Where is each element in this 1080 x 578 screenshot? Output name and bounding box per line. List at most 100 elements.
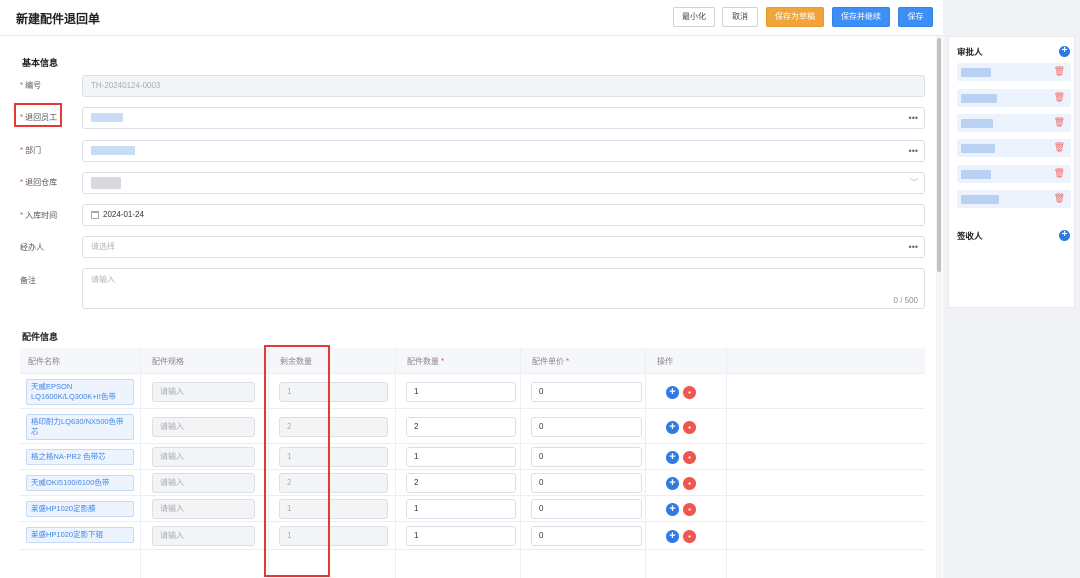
scrollbar-thumb[interactable] — [937, 38, 941, 272]
part-name-chip[interactable]: 格之格NA-PR2 色带芯 — [26, 449, 134, 465]
receivers-title: 签收人 — [957, 231, 983, 241]
part-qty-input[interactable]: 1 — [406, 382, 516, 402]
trash-icon[interactable]: 🗑 — [1054, 142, 1065, 153]
redacted-value — [961, 195, 999, 204]
minimize-button[interactable]: 最小化 — [673, 7, 715, 27]
col-part-name: 配件名称 — [28, 357, 60, 366]
redacted-value — [961, 94, 997, 103]
col-part-spec: 配件规格 — [152, 357, 184, 366]
save-button[interactable]: 保存 — [898, 7, 933, 27]
top-bar: 新建配件退回单 最小化 取消 保存为草稿 保存并继续 保存 — [0, 0, 943, 36]
approver-item: 🗑 — [957, 139, 1071, 157]
more-icon[interactable]: ••• — [909, 108, 918, 128]
save-continue-button[interactable]: 保存并继续 — [832, 7, 890, 27]
part-name-chip[interactable]: 天威EPSON LQ1600K/LQ300K+II色带 — [26, 379, 134, 405]
approval-sidebar: 审批人 + 🗑 🗑 🗑 🗑 🗑 🗑 签收人 + — [948, 36, 1075, 308]
add-approver-icon[interactable]: + — [1059, 46, 1070, 57]
delete-row-icon[interactable]: ▪ — [683, 421, 696, 434]
delete-row-icon[interactable]: ▪ — [683, 477, 696, 490]
char-counter: 0 / 500 — [893, 296, 918, 305]
trash-icon[interactable]: 🗑 — [1054, 117, 1065, 128]
parts-table: 配件名称 配件规格 剩余数量 配件数量 * 配件单价 * 操作 天威EPSON LQ… — [20, 348, 925, 578]
unit-price-input[interactable]: 0 — [531, 526, 642, 546]
redacted-value — [961, 68, 991, 77]
add-row-icon[interactable]: + — [666, 503, 679, 516]
department-field[interactable]: ••• — [82, 140, 925, 162]
table-row: 莱盛HP1020定影膜 请输入 1 1 0 + ▪ — [20, 496, 925, 522]
remark-label: 备注 — [20, 276, 36, 285]
trash-icon[interactable]: 🗑 — [1054, 168, 1065, 179]
calendar-icon — [91, 210, 99, 219]
more-icon[interactable]: ••• — [909, 141, 918, 161]
add-row-icon[interactable]: + — [666, 386, 679, 399]
part-qty-input[interactable]: 2 — [406, 473, 516, 493]
code-label: * 编号 — [20, 81, 42, 90]
part-spec-input: 请输入 — [152, 447, 255, 467]
inbound-time-label: * 入库时间 — [20, 211, 58, 220]
approver-item: 🗑 — [957, 63, 1071, 81]
add-row-icon[interactable]: + — [666, 421, 679, 434]
delete-row-icon[interactable]: ▪ — [683, 503, 696, 516]
part-spec-input: 请输入 — [152, 417, 255, 437]
unit-price-input[interactable]: 0 — [531, 417, 642, 437]
handler-label: 经办人 — [20, 243, 44, 252]
add-receiver-icon[interactable]: + — [1059, 230, 1070, 241]
approver-item: 🗑 — [957, 190, 1071, 208]
trash-icon[interactable]: 🗑 — [1054, 92, 1065, 103]
trash-icon[interactable]: 🗑 — [1054, 66, 1065, 77]
table-header: 配件名称 配件规格 剩余数量 配件数量 * 配件单价 * 操作 — [20, 348, 925, 374]
inbound-time-picker[interactable]: 2024-01-24 — [82, 204, 925, 226]
redacted-value — [961, 119, 993, 128]
main-panel: 新建配件退回单 最小化 取消 保存为草稿 保存并继续 保存 基本信息 * 编号 T… — [0, 0, 943, 578]
handler-field[interactable]: 请选择 ••• — [82, 236, 925, 258]
save-draft-button[interactable]: 保存为草稿 — [766, 7, 824, 27]
table-row: 莱盛HP1020定影下辊 请输入 1 1 0 + ▪ — [20, 522, 925, 550]
table-row: 格之格NA-PR2 色带芯 请输入 1 1 0 + ▪ — [20, 444, 925, 470]
highlight-box — [14, 103, 62, 127]
part-spec-input: 请输入 — [152, 382, 255, 402]
part-qty-input[interactable]: 1 — [406, 526, 516, 546]
return-warehouse-select[interactable]: ﹀ — [82, 172, 925, 194]
delete-row-icon[interactable]: ▪ — [683, 386, 696, 399]
code-field: TH-20240124-0003 — [82, 75, 925, 97]
add-row-icon[interactable]: + — [666, 451, 679, 464]
redacted-value — [91, 176, 121, 189]
page-title: 新建配件退回单 — [16, 12, 101, 26]
department-label: * 部门 — [20, 146, 42, 155]
part-spec-input: 请输入 — [152, 499, 255, 519]
redacted-value — [961, 144, 995, 153]
table-row: 天威EPSON LQ1600K/LQ300K+II色带 请输入 1 1 0 + ▪ — [20, 374, 925, 409]
unit-price-input[interactable]: 0 — [531, 447, 642, 467]
trash-icon[interactable]: 🗑 — [1054, 193, 1065, 204]
redacted-value — [961, 170, 991, 179]
return-staff-field[interactable]: ••• — [82, 107, 925, 129]
part-name-chip[interactable]: 天威OKI5100/6100色带 — [26, 475, 134, 491]
remark-textarea[interactable]: 请输入 0 / 500 — [82, 268, 925, 309]
chevron-down-icon: ﹀ — [910, 178, 918, 187]
delete-row-icon[interactable]: ▪ — [683, 451, 696, 464]
redacted-value — [91, 146, 135, 156]
add-row-icon[interactable]: + — [666, 530, 679, 543]
part-qty-input[interactable]: 1 — [406, 447, 516, 467]
part-spec-input: 请输入 — [152, 473, 255, 493]
highlight-box — [264, 345, 330, 577]
unit-price-input[interactable]: 0 — [531, 382, 642, 402]
unit-price-input[interactable]: 0 — [531, 499, 642, 519]
unit-price-input[interactable]: 0 — [531, 473, 642, 493]
add-row-icon[interactable]: + — [666, 477, 679, 490]
approver-item: 🗑 — [957, 114, 1071, 132]
parts-info-title: 配件信息 — [22, 332, 59, 342]
cancel-button[interactable]: 取消 — [722, 7, 758, 27]
part-name-chip[interactable]: 莱盛HP1020定影膜 — [26, 501, 134, 517]
part-qty-input[interactable]: 1 — [406, 499, 516, 519]
part-qty-input[interactable]: 2 — [406, 417, 516, 437]
delete-row-icon[interactable]: ▪ — [683, 530, 696, 543]
approver-item: 🗑 — [957, 89, 1071, 107]
part-name-chip[interactable]: 莱盛HP1020定影下辊 — [26, 527, 134, 543]
basic-info-title: 基本信息 — [22, 58, 59, 68]
col-unit-price: 配件单价 * — [532, 357, 570, 366]
table-row: 格印耐力LQ630/NX500色带芯 请输入 2 2 0 + ▪ — [20, 409, 925, 444]
more-icon[interactable]: ••• — [909, 237, 918, 257]
part-name-chip[interactable]: 格印耐力LQ630/NX500色带芯 — [26, 414, 134, 440]
approver-item: 🗑 — [957, 165, 1071, 183]
